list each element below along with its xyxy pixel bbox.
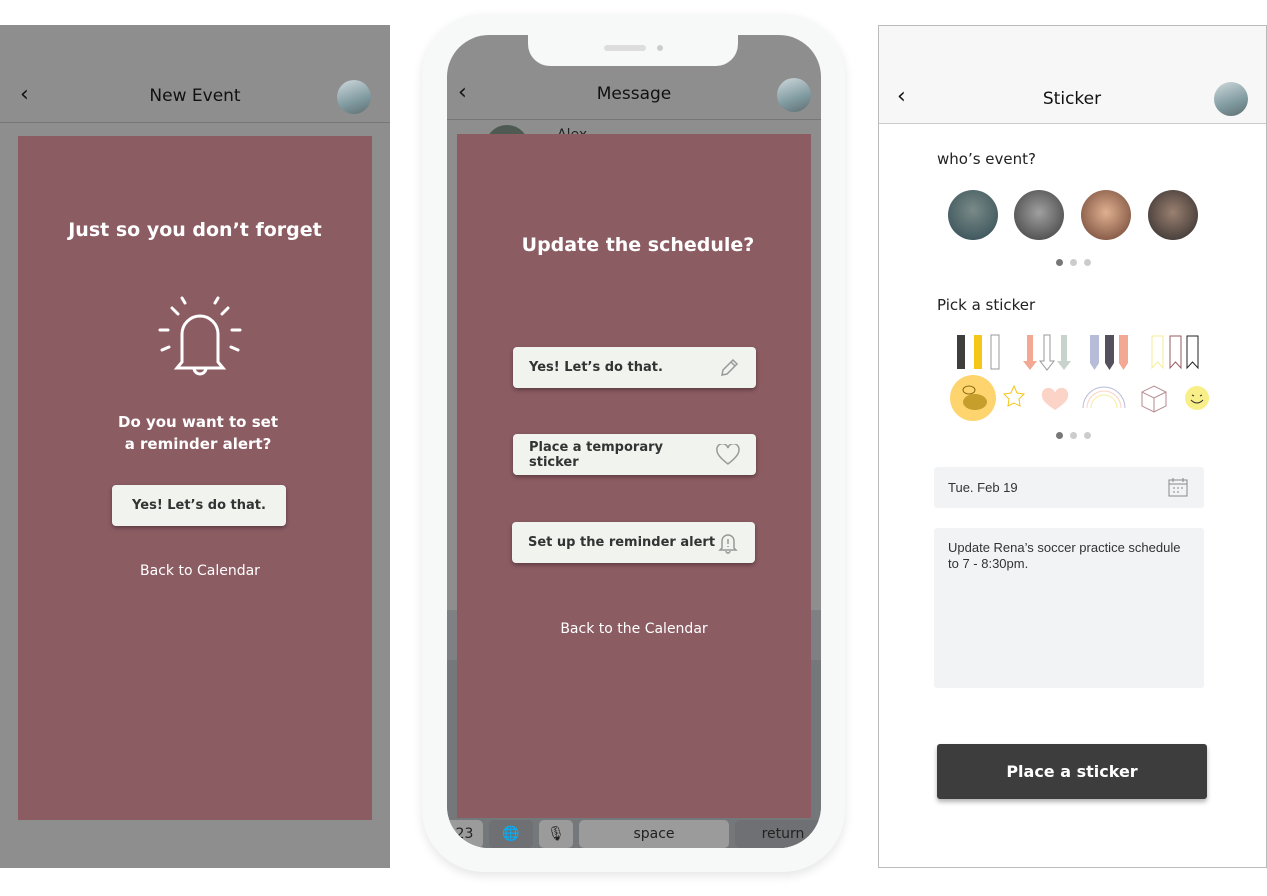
place-sticker-button[interactable]: Place a temporary sticker bbox=[513, 434, 756, 475]
avatar[interactable] bbox=[337, 80, 371, 114]
bar-stickers bbox=[957, 334, 1000, 370]
question-line: a reminder alert? bbox=[124, 435, 272, 453]
page-title: New Event bbox=[149, 86, 241, 106]
pager-dot[interactable] bbox=[1084, 432, 1091, 439]
calendar-icon[interactable] bbox=[1168, 477, 1188, 497]
question-line: Do you want to set bbox=[118, 413, 278, 431]
back-to-calendar-link[interactable]: Back to Calendar bbox=[18, 563, 372, 579]
globe-key[interactable]: 🌐 bbox=[489, 820, 533, 848]
modal-title: Just so you don’t forget bbox=[68, 219, 322, 241]
page-title: Sticker bbox=[1042, 89, 1102, 109]
smiley-sticker bbox=[1185, 386, 1209, 410]
speaker bbox=[604, 45, 646, 51]
pager-dot-active[interactable] bbox=[1056, 432, 1063, 439]
heart-sticker bbox=[1041, 387, 1069, 410]
avatar[interactable] bbox=[1214, 82, 1248, 116]
bell-ringing-icon bbox=[158, 296, 242, 376]
pager-dot[interactable] bbox=[1084, 259, 1091, 266]
divider bbox=[447, 119, 821, 120]
camera bbox=[657, 45, 663, 51]
star-sticker bbox=[1002, 384, 1026, 407]
person-avatar[interactable] bbox=[1014, 190, 1064, 240]
person-avatar[interactable] bbox=[948, 190, 998, 240]
bell-icon bbox=[718, 533, 738, 554]
date-field[interactable]: Tue. Feb 19 bbox=[934, 467, 1204, 508]
confirm-update-button[interactable]: Yes! Let’s do that. bbox=[513, 347, 756, 388]
option-label: Set up the reminder alert bbox=[528, 535, 716, 550]
page-title: Message bbox=[596, 84, 672, 104]
back-icon[interactable]: ‹ bbox=[458, 80, 467, 105]
update-schedule-modal: Update the schedule? Yes! Let’s do that.… bbox=[457, 134, 811, 818]
date-value: Tue. Feb 19 bbox=[948, 480, 1018, 495]
pencil-icon bbox=[721, 358, 739, 376]
phone-notch bbox=[528, 35, 738, 66]
pick-sticker-label: Pick a sticker bbox=[937, 296, 1036, 314]
return-key[interactable]: return bbox=[735, 820, 821, 848]
option-label: Yes! Let’s do that. bbox=[529, 360, 663, 375]
microphone-key[interactable]: 🎙 bbox=[539, 820, 573, 848]
reminder-question: Do you want to set a reminder alert? bbox=[18, 411, 372, 455]
pencil-stickers bbox=[1090, 335, 1128, 370]
pager-dot[interactable] bbox=[1070, 259, 1077, 266]
pager-dot-active[interactable] bbox=[1056, 259, 1063, 266]
rainbow-sticker bbox=[1082, 386, 1126, 409]
ribbon-stickers bbox=[1151, 335, 1199, 370]
pager-dot[interactable] bbox=[1070, 432, 1077, 439]
confirm-button[interactable]: Yes! Let’s do that. bbox=[112, 485, 286, 526]
divider bbox=[0, 122, 390, 123]
space-key[interactable]: space bbox=[579, 820, 729, 848]
person-avatar[interactable] bbox=[1148, 190, 1198, 240]
numbers-key[interactable]: 123 bbox=[447, 820, 483, 848]
avatar[interactable] bbox=[777, 78, 811, 112]
back-icon[interactable]: ‹ bbox=[20, 82, 29, 107]
sticker-grid[interactable] bbox=[945, 330, 1215, 425]
header-bar bbox=[879, 26, 1266, 124]
heart-icon bbox=[716, 443, 740, 465]
person-avatar[interactable] bbox=[1081, 190, 1131, 240]
cube-sticker bbox=[1141, 385, 1167, 413]
whos-event-label: who’s event? bbox=[937, 150, 1036, 168]
back-icon[interactable]: ‹ bbox=[897, 84, 906, 109]
place-sticker-button[interactable]: Place a sticker bbox=[937, 744, 1207, 799]
arrow-stickers bbox=[1023, 334, 1071, 371]
note-textarea[interactable]: Update Rena’s soccer practice schedule t… bbox=[934, 528, 1204, 688]
reminder-modal: Just so you don’t forget Do you want to … bbox=[18, 136, 372, 820]
option-label: Place a temporary sticker bbox=[529, 439, 663, 470]
back-to-calendar-link[interactable]: Back to the Calendar bbox=[457, 621, 811, 637]
set-reminder-button[interactable]: Set up the reminder alert bbox=[512, 522, 755, 563]
modal-title: Update the schedule? bbox=[521, 234, 755, 256]
